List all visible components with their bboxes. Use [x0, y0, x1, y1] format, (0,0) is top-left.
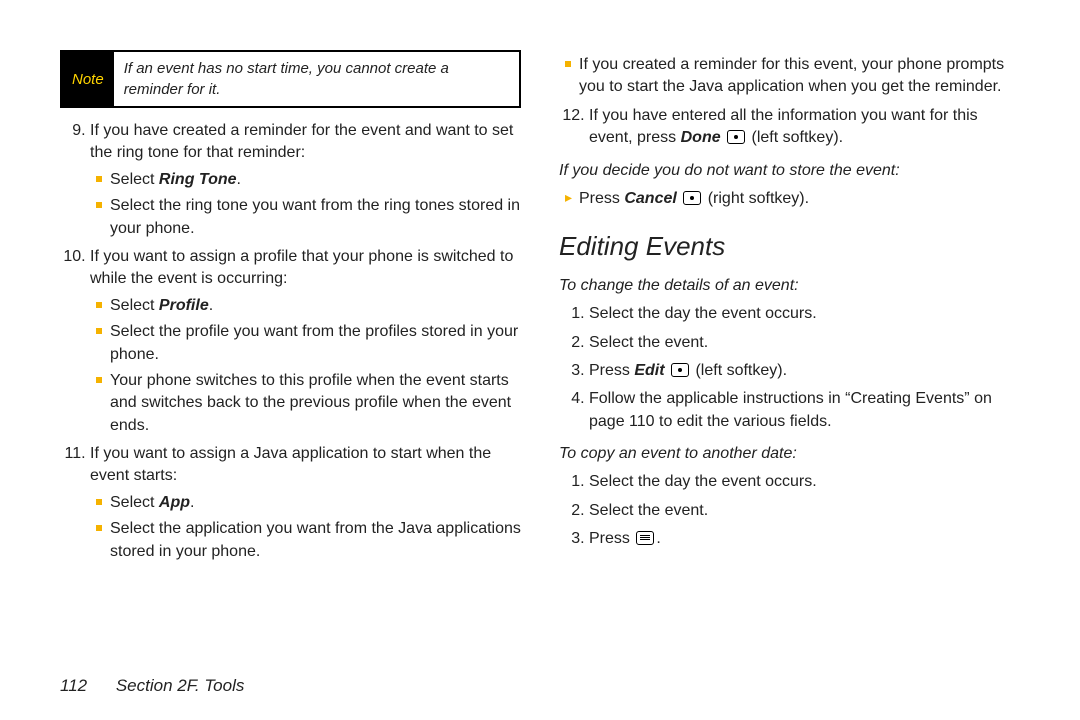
step-10-sub: Select Profile. Select the profile you w… — [96, 295, 521, 437]
two-column-layout: Note If an event has no start time, you … — [60, 50, 1020, 690]
copy-steps: Select the day the event occurs. Select … — [559, 471, 1020, 550]
step-9: If you have created a reminder for the e… — [90, 120, 521, 240]
t: Press — [589, 530, 634, 547]
steps-list-right: If you have entered all the information … — [559, 105, 1020, 150]
step-9-text: If you have created a reminder for the e… — [90, 122, 513, 161]
cancel-label: Cancel — [624, 190, 676, 207]
copy-step-3: Press . — [589, 528, 1020, 550]
t: . — [209, 297, 213, 314]
step-11: If you want to assign a Java application… — [90, 443, 521, 563]
profile-label: Profile — [159, 297, 209, 314]
edit-step-1: Select the day the event occurs. — [589, 303, 1020, 325]
t: Select — [110, 171, 159, 188]
edit-step-2: Select the event. — [589, 332, 1020, 354]
step-12: If you have entered all the information … — [589, 105, 1020, 150]
edit-steps: Select the day the event occurs. Select … — [559, 303, 1020, 433]
softkey-right-icon — [683, 191, 701, 205]
t: Press — [589, 362, 634, 379]
copy-step-2: Select the event. — [589, 500, 1020, 522]
t: . — [190, 494, 194, 511]
step-10: If you want to assign a profile that you… — [90, 246, 521, 437]
softkey-left-icon — [671, 363, 689, 377]
manual-page: Note If an event has no start time, you … — [0, 0, 1080, 720]
step-9-sub-2: Select the ring tone you want from the r… — [96, 195, 521, 240]
t: Select — [110, 297, 159, 314]
step-9-sub-1: Select Ring Tone. — [96, 169, 521, 191]
lead-cancel: If you decide you do not want to store t… — [559, 160, 1020, 182]
t: . — [656, 530, 660, 547]
note-text: If an event has no start time, you canno… — [114, 52, 519, 106]
edit-label: Edit — [634, 362, 664, 379]
note-label: Note — [62, 52, 114, 106]
cancel-sub: Press Cancel (right softkey). — [565, 188, 1020, 210]
left-column: Note If an event has no start time, you … — [60, 50, 521, 690]
section-title: Section 2F. Tools — [116, 676, 245, 695]
step-11-sub-2: Select the application you want from the… — [96, 518, 521, 563]
right-column: If you created a reminder for this event… — [559, 50, 1020, 690]
edit-step-3: Press Edit (left softkey). — [589, 360, 1020, 382]
t: Press — [579, 190, 624, 207]
step-11-sub: Select App. Select the application you w… — [96, 492, 521, 563]
copy-step-1: Select the day the event occurs. — [589, 471, 1020, 493]
t: Select — [110, 494, 159, 511]
step-11-cont-item: If you created a reminder for this event… — [565, 54, 1020, 99]
t: (left softkey). — [752, 129, 844, 146]
step-10-sub-1: Select Profile. — [96, 295, 521, 317]
step-11-continued: If you created a reminder for this event… — [565, 54, 1020, 99]
ring-tone-label: Ring Tone — [159, 171, 237, 188]
step-9-sub: Select Ring Tone. Select the ring tone y… — [96, 169, 521, 240]
t: (right softkey). — [708, 190, 809, 207]
step-10-text: If you want to assign a profile that you… — [90, 248, 513, 287]
app-label: App — [159, 494, 190, 511]
page-number: 112 — [60, 676, 87, 695]
softkey-left-icon — [727, 130, 745, 144]
page-footer: 112 Section 2F. Tools — [60, 676, 244, 696]
steps-list-left: If you have created a reminder for the e… — [60, 120, 521, 563]
lead-change: To change the details of an event: — [559, 275, 1020, 297]
step-11-sub-1: Select App. — [96, 492, 521, 514]
cancel-step: Press Cancel (right softkey). — [565, 188, 1020, 210]
step-10-sub-3: Your phone switches to this profile when… — [96, 370, 521, 437]
edit-step-4: Follow the applicable instructions in “C… — [589, 388, 1020, 433]
step-10-sub-2: Select the profile you want from the pro… — [96, 321, 521, 366]
menu-key-icon — [636, 531, 654, 545]
step-11-text: If you want to assign a Java application… — [90, 445, 491, 484]
done-label: Done — [681, 129, 721, 146]
lead-copy: To copy an event to another date: — [559, 443, 1020, 465]
note-box: Note If an event has no start time, you … — [60, 50, 521, 108]
t: (left softkey). — [695, 362, 787, 379]
t: . — [237, 171, 241, 188]
editing-events-heading: Editing Events — [559, 228, 1020, 264]
